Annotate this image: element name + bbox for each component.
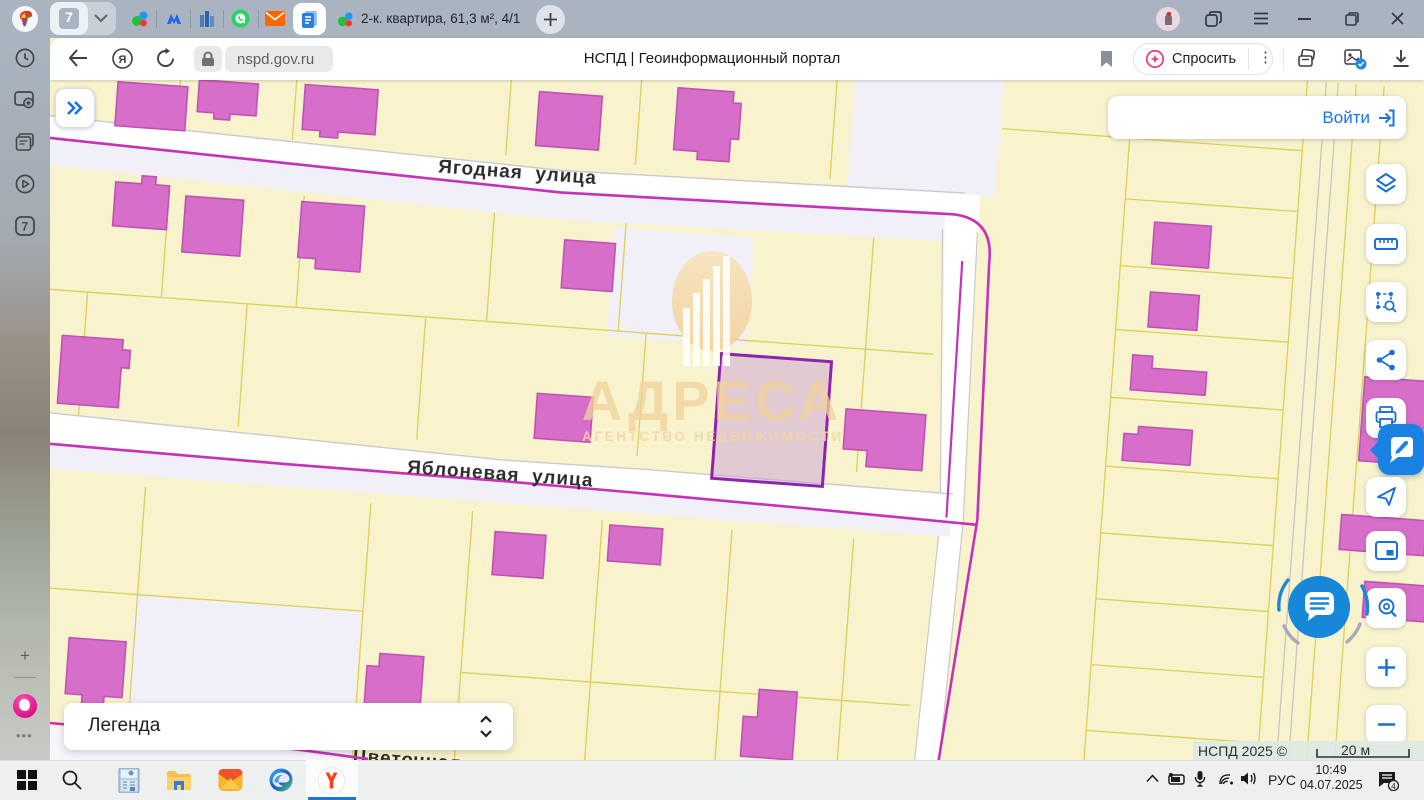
svg-text:4: 4 <box>1391 781 1396 791</box>
svg-text:АГЕНТСТВО НЕДВИЖИМОСТИ: АГЕНТСТВО НЕДВИЖИМОСТИ <box>582 429 844 444</box>
svg-text:7: 7 <box>22 222 28 234</box>
svg-text:АДРЕСА: АДРЕСА <box>582 369 843 432</box>
